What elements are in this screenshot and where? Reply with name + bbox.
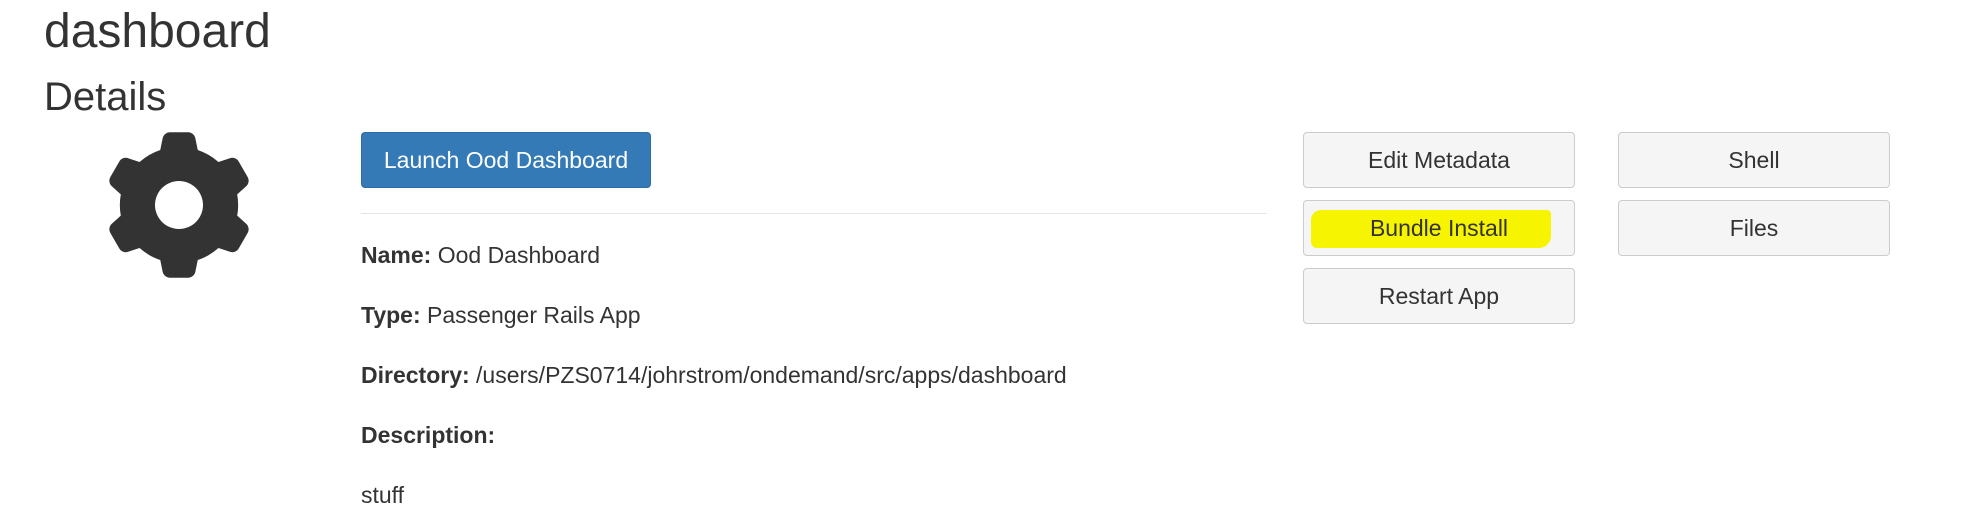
bundle-install-label: Bundle Install	[1369, 214, 1509, 241]
launch-app-button[interactable]: Launch Ood Dashboard	[361, 132, 651, 188]
directory-value: /users/PZS0714/johrstrom/ondemand/src/ap…	[476, 362, 1067, 388]
description-label: Description:	[361, 422, 496, 448]
app-directory-row: Directory: /users/PZS0714/johrstrom/onde…	[361, 360, 1067, 390]
app-name-row: Name: Ood Dashboard	[361, 240, 600, 270]
page-title: dashboard	[44, 5, 271, 58]
gear-icon	[109, 132, 249, 278]
edit-metadata-button[interactable]: Edit Metadata	[1303, 132, 1575, 188]
section-title: Details	[44, 75, 167, 119]
bundle-install-button[interactable]: Bundle Install	[1303, 200, 1575, 256]
divider	[361, 213, 1267, 214]
directory-label: Directory:	[361, 362, 470, 388]
name-value: Ood Dashboard	[437, 242, 601, 268]
type-value: Passenger Rails App	[427, 302, 641, 328]
type-label: Type:	[361, 302, 421, 328]
files-button[interactable]: Files	[1618, 200, 1890, 256]
name-label: Name:	[361, 242, 432, 268]
app-type-row: Type: Passenger Rails App	[361, 300, 641, 330]
restart-app-button[interactable]: Restart App	[1303, 268, 1575, 324]
description-value: stuff	[361, 482, 405, 508]
shell-button[interactable]: Shell	[1618, 132, 1890, 188]
app-description-row: Description:	[361, 420, 495, 450]
